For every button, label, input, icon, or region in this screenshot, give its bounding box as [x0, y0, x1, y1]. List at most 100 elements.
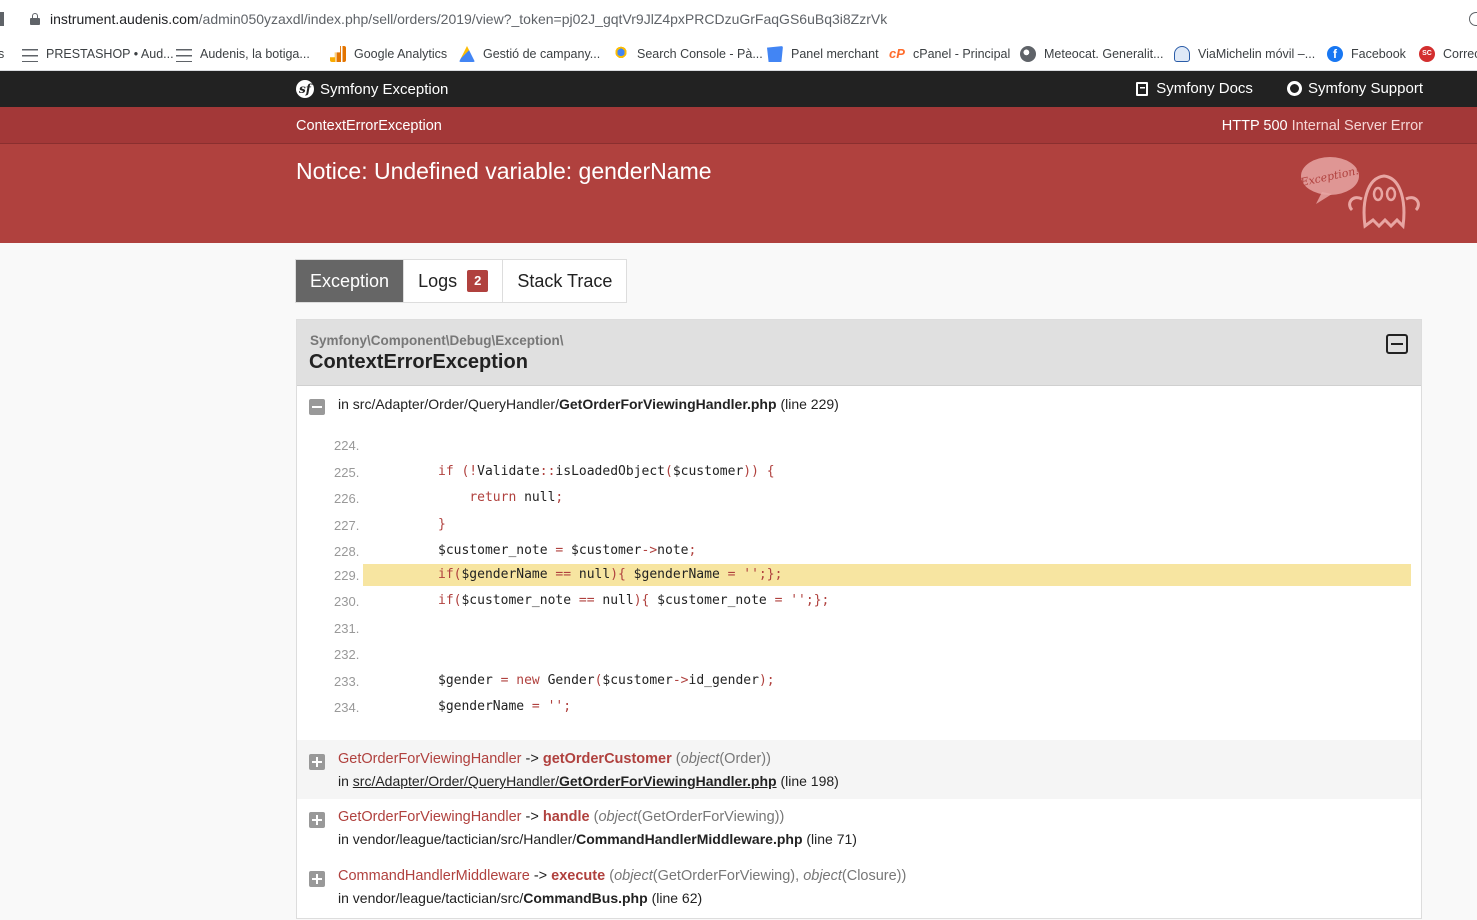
line-number: 233. [334, 674, 360, 689]
merchant-icon [767, 46, 783, 62]
file-line: (line 62) [651, 890, 703, 906]
sc-icon: SC [1419, 46, 1435, 62]
args-close: ) [901, 868, 907, 884]
file-prefix: in [338, 773, 353, 789]
file-name: CommandBus.php [523, 890, 648, 906]
trace-class: CommandHandlerMiddleware [338, 868, 530, 884]
code-text: return null; [469, 490, 564, 505]
expand-icon[interactable] [309, 754, 325, 770]
file-prefix: in vendor/league/tactician/src/ [338, 890, 524, 906]
trace-entry[interactable]: GetOrderForViewingHandler -> handle (obj… [297, 799, 1421, 858]
trace-function: handle [542, 809, 590, 825]
file-line: (line 71) [806, 831, 857, 847]
bookmark-cpanel[interactable]: cP cPanel - Principal [889, 44, 1010, 64]
code-line: 232. [297, 643, 1421, 665]
collapse-source-icon[interactable] [309, 399, 325, 415]
line-number: 224. [334, 438, 360, 453]
browser-menu-edge-icon[interactable] [1469, 12, 1477, 26]
code-text: $customer_note = $customer->note; [438, 543, 697, 558]
trace-call: GetOrderForViewingHandler -> getOrderCus… [338, 751, 771, 767]
bookmark-meteocat[interactable]: Meteocat. Generalit... [1020, 44, 1164, 64]
trace-class: GetOrderForViewingHandler [338, 751, 522, 767]
code-text: if($genderName == null){ $genderName = '… [363, 564, 1411, 586]
code-line: 234. $genderName = ''; [297, 696, 1421, 718]
tab-logs[interactable]: Logs 2 [404, 260, 504, 302]
trace-file: in src/Adapter/Order/QueryHandler/GetOrd… [338, 773, 839, 789]
symfony-docs-link[interactable]: Symfony Docs [1136, 80, 1253, 97]
bookmark-label: PRESTASHOP • Aud... [46, 47, 174, 61]
docs-link-label: Symfony Docs [1156, 80, 1253, 97]
bookmark-label: Gestió de campany... [483, 47, 601, 61]
exception-tabs: Exception Logs 2 Stack Trace [295, 259, 628, 303]
tab-exception[interactable]: Exception [296, 260, 405, 302]
michelin-icon [1174, 46, 1190, 62]
bookmark-label: Facebook [1351, 47, 1406, 61]
bookmarks-bar: s PRESTASHOP • Aud... Audenis, la botiga… [0, 38, 1477, 71]
exception-status-bar: ContextErrorException HTTP 500 Internal … [0, 107, 1477, 144]
trace-call: GetOrderForViewingHandler -> handle (obj… [338, 809, 784, 825]
logs-count-badge: 2 [467, 270, 489, 292]
url-field[interactable]: instrument.audenis.com/admin050yzaxdl/in… [50, 11, 887, 27]
symfony-brand: sf Symfony Exception [296, 80, 448, 98]
trace-entry[interactable]: CommandHandlerMiddleware -> execute (obj… [297, 858, 1421, 920]
trace-args: (object(GetOrderForViewing)) [594, 809, 785, 825]
file-name: CommandHandlerMiddleware.php [576, 831, 803, 847]
trace-class: GetOrderForViewingHandler [338, 809, 522, 825]
line-number: 231. [334, 621, 360, 636]
exception-panel: Symfony\Component\Debug\Exception\ Conte… [296, 319, 1422, 919]
trace-arrow: -> [533, 868, 548, 884]
bookmark-facebook[interactable]: f Facebook [1327, 44, 1406, 64]
code-text: $genderName = ''; [438, 699, 572, 714]
bookmark-label: Panel merchant [791, 47, 879, 61]
facebook-icon: f [1327, 46, 1343, 62]
tab-stack-trace[interactable]: Stack Trace [503, 260, 626, 302]
bookmark-google-ads[interactable]: Gestió de campany... [459, 44, 600, 64]
bookmark-panel-merchant[interactable]: Panel merchant [767, 44, 879, 64]
lines-icon [22, 46, 38, 62]
bookmark-google-analytics[interactable]: Google Analytics [330, 44, 447, 64]
bookmark-correc[interactable]: SC Correc [1419, 44, 1477, 64]
bookmark-label: ViaMichelin móvil –... [1198, 47, 1316, 61]
browser-address-bar: instrument.audenis.com/admin050yzaxdl/in… [0, 0, 1477, 38]
location-prefix: in src/Adapter/Order/QueryHandler/ [338, 396, 559, 412]
arg-value: (Order) [719, 751, 767, 767]
exception-ghost-icon: Exception! [1300, 157, 1420, 230]
file-link[interactable]: src/Adapter/Order/QueryHandler/GetOrderF… [353, 773, 777, 789]
code-line-highlighted: 229. if($genderName == null){ $genderName… [297, 564, 1421, 586]
arg-type: object [598, 809, 638, 825]
collapse-icon[interactable] [1386, 334, 1408, 354]
line-number: 230. [334, 594, 360, 609]
book-icon [1136, 81, 1149, 96]
bookmark-viamichelin[interactable]: ViaMichelin móvil –... [1174, 44, 1315, 64]
cpanel-icon: cP [889, 46, 905, 61]
lock-icon[interactable] [30, 13, 40, 25]
url-path: /admin050yzaxdl/index.php/sell/orders/20… [198, 11, 888, 27]
bookmark-audenis[interactable]: Audenis, la botiga... [176, 44, 310, 64]
line-number: 226. [334, 491, 360, 506]
symfony-support-link[interactable]: Symfony Support [1286, 80, 1423, 97]
exception-class-label: ContextErrorException [296, 118, 442, 134]
trace-function: getOrderCustomer [542, 751, 672, 767]
arg-type: object [680, 751, 720, 767]
code-line: 228. $customer_note = $customer->note; [297, 540, 1421, 562]
expand-icon[interactable] [309, 871, 325, 887]
trace-arrow: -> [525, 809, 539, 825]
code-line: 224. [297, 434, 1421, 456]
location-line: (line 229) [780, 396, 839, 412]
exception-namespace: Symfony\Component\Debug\Exception\ [310, 333, 564, 348]
code-line: 231. [297, 617, 1421, 639]
expand-icon[interactable] [309, 812, 325, 828]
google-ads-icon [459, 46, 475, 62]
trace-entry[interactable]: GetOrderForViewingHandler -> getOrderCus… [297, 740, 1421, 799]
bookmark-prestashop[interactable]: PRESTASHOP • Aud... [22, 44, 174, 64]
bookmark-search-console[interactable]: Search Console - Pà... [613, 44, 763, 64]
bookmark-label: Search Console - Pà... [637, 47, 763, 61]
bookmark-0[interactable]: s [0, 44, 4, 64]
file-dir: src/Adapter/Order/QueryHandler/ [352, 773, 559, 789]
bookmark-label: s [0, 47, 4, 61]
trace-file: in vendor/league/tactician/src/Handler/C… [338, 831, 857, 847]
code-line: 225. if (!Validate::isLoadedObject($custo… [297, 461, 1421, 483]
bookmark-label: cPanel - Principal [913, 47, 1011, 61]
